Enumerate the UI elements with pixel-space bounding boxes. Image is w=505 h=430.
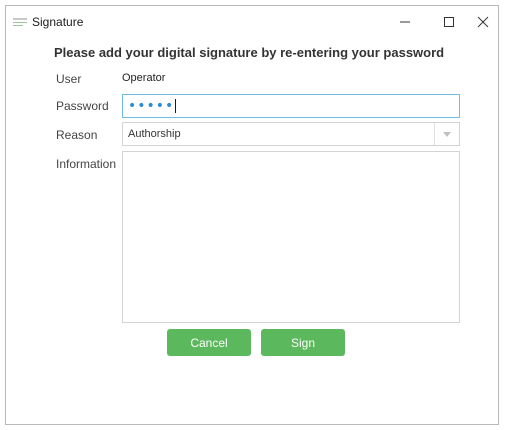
signature-dialog: Signature Please add your digital signat… (5, 5, 499, 425)
minimize-button[interactable] (383, 6, 427, 38)
close-button[interactable] (461, 6, 505, 38)
dropdown-toggle[interactable] (434, 123, 459, 145)
reason-dropdown[interactable]: Authorship (122, 122, 460, 146)
instruction-heading: Please add your digital signature by re-… (54, 45, 445, 60)
chevron-down-icon (443, 131, 451, 137)
information-label: Information (56, 157, 117, 171)
text-caret (175, 99, 177, 113)
window-title: Signature (32, 15, 84, 29)
app-icon (13, 15, 27, 27)
user-label: User (56, 72, 82, 86)
password-mask: ••••• (128, 98, 175, 114)
password-field[interactable]: ••••• (122, 94, 460, 118)
cancel-button[interactable]: Cancel (167, 329, 251, 356)
reason-label: Reason (56, 128, 98, 142)
maximize-icon (444, 17, 454, 27)
minimize-icon (400, 21, 410, 23)
close-icon (477, 16, 489, 28)
title-bar[interactable]: Signature (6, 6, 498, 38)
reason-selected-value: Authorship (128, 128, 181, 140)
sign-button[interactable]: Sign (261, 329, 345, 356)
password-label: Password (56, 99, 109, 113)
information-textarea[interactable] (122, 151, 460, 323)
user-value: Operator (122, 72, 166, 84)
